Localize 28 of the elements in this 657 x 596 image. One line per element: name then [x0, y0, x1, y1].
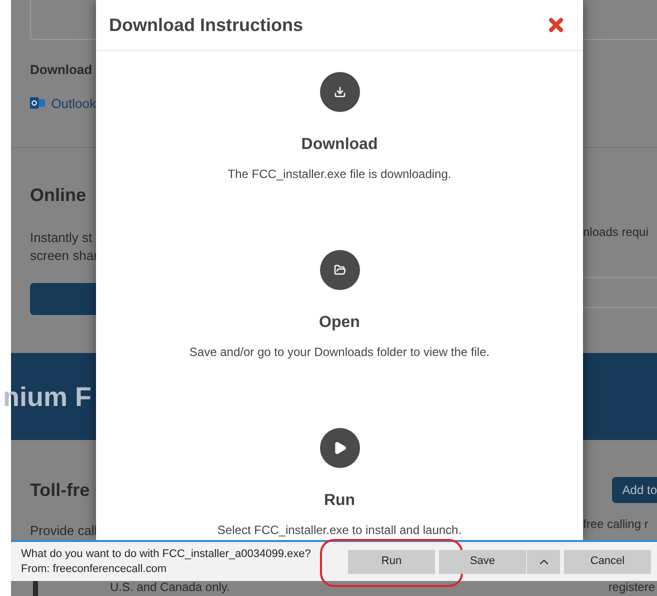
download-action-button[interactable]: Cancel — [564, 550, 651, 574]
step-description: Save and/or go to your Downloads folder to view the file. — [189, 344, 490, 361]
step-title: Download — [301, 135, 378, 155]
save-button[interactable]: Save — [439, 550, 527, 574]
section-text: Instantly st screen shar — [30, 229, 96, 266]
caret-button[interactable] — [527, 550, 560, 574]
step-description: Select FCC_installer.exe to install and launch. — [217, 522, 462, 539]
download-source: From: freeconferencecall.com — [21, 562, 168, 576]
section-text: nloads requi — [583, 224, 650, 242]
section-heading: Toll-fre — [30, 479, 91, 502]
play-icon — [320, 428, 360, 468]
step-title: Open — [319, 313, 360, 333]
footer-text: U.S. and Canada only. — [110, 579, 230, 596]
section-heading: Online — [30, 184, 88, 208]
download-prompt: What do you want to do with FCC_installer_a0034099.exe? — [21, 546, 312, 562]
step-title: Run — [324, 491, 356, 511]
folder-icon — [320, 250, 360, 290]
download-action-button[interactable]: Run — [348, 550, 435, 574]
action-button[interactable] — [30, 283, 96, 316]
close-button[interactable] — [546, 15, 566, 35]
add-button[interactable]: Add to — [612, 477, 657, 504]
step-description: The FCC_installer.exe file is downloading. — [228, 166, 452, 183]
mail-app-icon — [30, 96, 46, 110]
section-text: free calling r — [583, 516, 648, 534]
download-icon — [320, 72, 360, 112]
footer-text: registere — [608, 579, 655, 596]
dialog-title: Download Instructions — [109, 14, 304, 36]
section-heading: Download — [30, 61, 94, 79]
